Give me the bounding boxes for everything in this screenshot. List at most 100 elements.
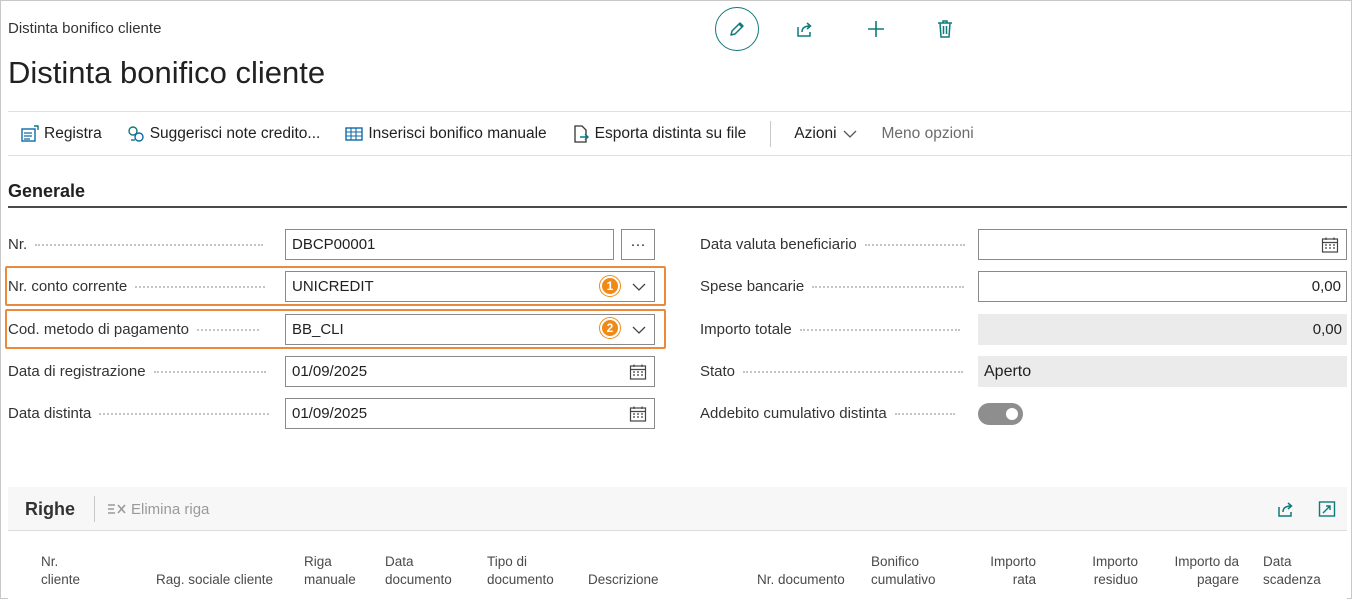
trash-icon <box>938 20 952 38</box>
post-icon <box>20 124 40 144</box>
field-status-label: Stato <box>700 363 964 380</box>
chevron-down-icon <box>631 272 647 301</box>
status-field: Aperto <box>978 356 1347 387</box>
share-icon[interactable] <box>1276 499 1296 519</box>
actions-menu[interactable]: Azioni <box>794 125 857 143</box>
total-amount-field: 0,00 <box>978 314 1347 345</box>
field-status-label-text: Stato <box>700 363 736 380</box>
export-file-button[interactable]: Esporta distinta su file <box>571 124 747 144</box>
field-cumulative-label-text: Addebito cumulativo distinta <box>700 405 887 422</box>
col-document-date[interactable]: Data documento <box>385 553 452 589</box>
chevron-down-icon <box>631 315 647 344</box>
field-account-label-text: Nr. conto corrente <box>8 278 128 295</box>
section-rule <box>8 206 1347 208</box>
field-posting-date-label: Data di registrazione <box>8 363 266 380</box>
export-file-icon <box>571 124 591 144</box>
page-frame: Distinta bonifico cliente Distinta bonif… <box>0 0 1352 599</box>
insert-manual-transfer-button[interactable]: Inserisci bonifico manuale <box>344 124 547 144</box>
delete-line-icon <box>108 504 126 514</box>
calendar-icon[interactable] <box>1321 230 1339 259</box>
field-fees-label: Spese bancarie <box>700 278 965 295</box>
expand-icon[interactable] <box>1317 499 1337 519</box>
no-assist-button[interactable]: ··· <box>621 229 655 260</box>
ellipsis-icon: ··· <box>630 236 646 253</box>
no-value: DBCP00001 <box>292 236 376 253</box>
bank-fees-input[interactable]: 0,00 <box>978 271 1347 302</box>
callout-badge-1: 1 <box>600 276 620 296</box>
export-label: Esporta distinta su file <box>594 124 747 142</box>
col-document-type[interactable]: Tipo di documento <box>487 553 554 589</box>
section-title-general[interactable]: Generale <box>8 181 85 202</box>
col-document-no[interactable]: Nr. documento <box>757 571 845 589</box>
col-due-date[interactable]: Data scadenza <box>1263 553 1321 589</box>
bank-account-value: UNICREDIT <box>292 278 374 295</box>
plus-icon <box>868 21 884 37</box>
field-slip-date-label-text: Data distinta <box>8 405 92 422</box>
lines-grid-header: Nr. cliente Rag. sociale cliente Riga ma… <box>8 531 1347 599</box>
field-total-label-text: Importo totale <box>700 321 792 338</box>
field-value-date-label-text: Data valuta beneficiario <box>700 236 857 253</box>
field-method-label: Cod. metodo di pagamento <box>8 321 259 338</box>
insert-manual-label: Inserisci bonifico manuale <box>368 124 547 142</box>
fewer-options-button[interactable]: Meno opzioni <box>882 125 974 143</box>
field-slip-date-label: Data distinta <box>8 405 270 422</box>
col-amount-to-pay[interactable]: Importo da pagare <box>1158 553 1239 589</box>
col-description[interactable]: Descrizione <box>588 571 659 589</box>
action-separator <box>770 120 772 147</box>
slip-date-input[interactable]: 01/09/2025 <box>285 398 655 429</box>
delete-line-button[interactable]: Elimina riga <box>107 501 209 518</box>
col-cumulative-transfer[interactable]: Bonifico cumulativo <box>871 553 936 589</box>
col-customer-no[interactable]: Nr. cliente <box>41 553 80 589</box>
fewer-options-label: Meno opzioni <box>881 124 974 142</box>
field-no-label: Nr. <box>8 236 264 253</box>
col-remaining-amount[interactable]: Importo residuo <box>1068 553 1138 589</box>
field-value-date-label: Data valuta beneficiario <box>700 236 965 253</box>
field-total-label: Importo totale <box>700 321 960 338</box>
col-customer-name[interactable]: Rag. sociale cliente <box>156 571 273 589</box>
field-cumulative-label: Addebito cumulativo distinta <box>700 405 955 422</box>
chevron-down-icon <box>843 130 856 138</box>
suggest-icon <box>126 124 146 144</box>
no-input[interactable]: DBCP00001 <box>285 229 614 260</box>
field-fees-label-text: Spese bancarie <box>700 278 805 295</box>
field-method-label-text: Cod. metodo di pagamento <box>8 321 189 338</box>
slip-date-value: 01/09/2025 <box>292 405 368 422</box>
share-icon <box>797 22 812 37</box>
posting-date-value: 01/09/2025 <box>292 363 368 380</box>
page-title: Distinta bonifico cliente <box>8 55 326 90</box>
suggest-label: Suggerisci note credito... <box>149 124 321 142</box>
edit-button[interactable] <box>715 7 759 51</box>
col-manual-line[interactable]: Riga manuale <box>304 553 356 589</box>
calendar-icon[interactable] <box>629 399 647 428</box>
payment-method-value: BB_CLI <box>292 321 344 338</box>
lines-separator <box>94 496 96 522</box>
col-installment-amount[interactable]: Importo rata <box>968 553 1036 589</box>
field-no-label-text: Nr. <box>8 236 28 253</box>
cumulative-debit-toggle[interactable] <box>978 403 1023 425</box>
callout-badge-2: 2 <box>600 318 620 338</box>
new-button[interactable] <box>866 19 886 39</box>
lines-panel: Righe Elimina riga Nr. cliente Rag. soci… <box>8 487 1347 599</box>
divider <box>8 155 1351 156</box>
total-amount-value: 0,00 <box>1312 321 1342 338</box>
insert-grid-icon <box>344 124 364 144</box>
bank-fees-value: 0,00 <box>1311 278 1341 295</box>
actions-menu-label: Azioni <box>794 124 837 142</box>
field-posting-date-label-text: Data di registrazione <box>8 363 146 380</box>
delete-line-label: Elimina riga <box>131 500 210 518</box>
calendar-icon[interactable] <box>629 357 647 386</box>
status-value: Aperto <box>984 362 1032 380</box>
toggle-knob <box>1006 408 1018 420</box>
lines-title[interactable]: Righe <box>25 499 75 520</box>
field-account-label: Nr. conto corrente <box>8 278 266 295</box>
posting-date-input[interactable]: 01/09/2025 <box>285 356 655 387</box>
action-bar: Registra Suggerisci note credito... Inse… <box>8 112 1351 155</box>
suggest-credit-notes-button[interactable]: Suggerisci note credito... <box>126 124 321 144</box>
post-label: Registra <box>44 124 102 142</box>
value-date-input[interactable] <box>978 229 1347 260</box>
delete-button[interactable] <box>935 19 955 39</box>
breadcrumb[interactable]: Distinta bonifico cliente <box>8 20 161 37</box>
lines-header: Righe Elimina riga <box>8 487 1347 531</box>
post-button[interactable]: Registra <box>20 124 102 144</box>
share-button[interactable] <box>795 19 815 39</box>
